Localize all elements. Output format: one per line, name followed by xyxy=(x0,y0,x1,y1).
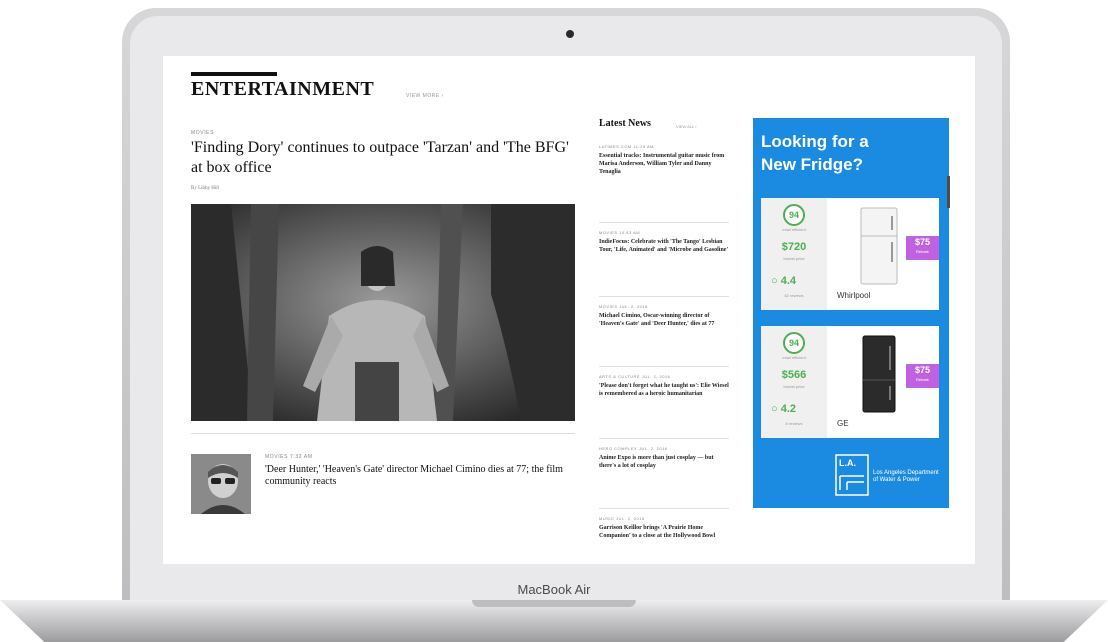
rating: ○ 4.2 xyxy=(771,403,796,415)
lead-story-image[interactable] xyxy=(191,204,575,421)
fridge-brand: GE xyxy=(837,419,849,428)
price: $720 xyxy=(781,241,807,253)
second-story-thumbnail[interactable] xyxy=(191,454,251,514)
news-headline[interactable]: Garrison Keillor brings 'A Prairie Home … xyxy=(599,524,729,540)
ladwp-logo-text: L.A. xyxy=(839,458,856,468)
news-headline[interactable]: 'Please don't forget what he taught us':… xyxy=(599,382,729,398)
section-title: ENTERTAINMENT xyxy=(191,78,375,100)
news-kicker: MOVIES 10:43 AM xyxy=(599,230,641,235)
lead-story-headline[interactable]: 'Finding Dory' continues to outpace 'Tar… xyxy=(191,138,581,178)
sponsor-name: Los Angeles Department of Water & Power xyxy=(873,470,939,483)
black-fridge-image xyxy=(862,335,896,413)
latest-news-title: Latest News xyxy=(599,118,651,129)
laptop-notch xyxy=(472,600,636,607)
news-divider xyxy=(599,508,729,509)
section-bar xyxy=(191,72,277,76)
news-kicker: LATIMES.COM 11:25 AM xyxy=(599,144,654,149)
story-divider xyxy=(191,433,575,434)
lead-story-kicker[interactable]: MOVIES xyxy=(191,130,214,136)
second-story-headline[interactable]: 'Deer Hunter,' 'Heaven's Gate' director … xyxy=(265,464,575,488)
rating-value: 4.2 xyxy=(780,403,797,415)
news-item[interactable]: HERO COMPLEX JUL. 2, 2016 Anime Expo is … xyxy=(599,446,729,498)
price-label: lowest price xyxy=(783,384,805,389)
view-more-link[interactable]: VIEW MORE › xyxy=(406,93,444,99)
rebate-badge: $75 Rebate xyxy=(906,364,939,388)
ad-title: Looking for a New Fridge? xyxy=(761,130,869,176)
news-divider xyxy=(599,222,729,223)
efficiency-score: 94 xyxy=(783,204,805,226)
news-headline[interactable]: Anime Expo is more than just cosplay — b… xyxy=(599,454,729,470)
lead-story-byline: By Libby Hill xyxy=(191,186,220,191)
rating-value: 4.4 xyxy=(780,275,797,287)
news-divider xyxy=(599,366,729,367)
rating-circle-icon: ○ xyxy=(771,403,778,415)
news-kicker: HERO COMPLEX JUL. 2, 2016 xyxy=(599,446,668,451)
white-fridge-image xyxy=(860,207,898,285)
jungle-photo xyxy=(191,204,575,421)
efficiency-label: most efficient xyxy=(782,227,806,232)
reviews-count: 82 reviews xyxy=(784,293,804,298)
fridge-ad[interactable]: Looking for a New Fridge? 94 most effici… xyxy=(753,118,949,508)
fridge-brand: Whirlpool xyxy=(837,291,871,300)
second-story-kicker[interactable]: MOVIES 7:32 AM xyxy=(265,454,313,460)
camera-dot xyxy=(566,30,574,38)
rating-circle-icon: ○ xyxy=(771,275,778,287)
efficiency-score: 94 xyxy=(783,332,805,354)
ad-scrollbar[interactable] xyxy=(947,176,950,208)
news-divider xyxy=(599,296,729,297)
news-headline[interactable]: IndieFocus: Celebrate with 'The Tango' L… xyxy=(599,238,729,254)
efficiency-label: most efficient xyxy=(782,355,806,360)
fridge-card[interactable]: 94 most efficient $720 lowest price ○ 4.… xyxy=(761,198,939,310)
news-item[interactable]: MOVIES JUL. 2, 2016 Michael Cimino, Osca… xyxy=(599,304,729,328)
rebate-label: Rebate xyxy=(916,249,929,254)
ad-title-line1: Looking for a xyxy=(761,132,869,151)
latest-news-view-all[interactable]: VIEW ALL › xyxy=(676,124,697,129)
news-kicker: MOVIES JUL. 2, 2016 xyxy=(599,304,648,309)
news-item[interactable]: ARTS & CULTURE JUL. 2, 2016 'Please don'… xyxy=(599,374,729,426)
rebate-amount: $75 xyxy=(914,237,931,247)
news-headline[interactable]: Michael Cimino, Oscar-winning director o… xyxy=(599,312,729,328)
news-item[interactable]: LATIMES.COM 11:25 AM Essential tracks: I… xyxy=(599,144,729,176)
news-kicker: ARTS & CULTURE JUL. 2, 2016 xyxy=(599,374,671,379)
browser-screen: ENTERTAINMENT VIEW MORE › MOVIES 'Findin… xyxy=(163,56,975,564)
rebate-amount: $75 xyxy=(914,365,931,375)
news-item[interactable]: MOVIES 10:43 AM IndieFocus: Celebrate wi… xyxy=(599,230,729,254)
portrait-photo xyxy=(191,454,251,514)
price-label: lowest price xyxy=(783,256,805,261)
price: $566 xyxy=(781,369,807,381)
rating: ○ 4.4 xyxy=(771,275,796,287)
ad-title-line2: New Fridge? xyxy=(761,155,864,174)
ladwp-logo-icon: L.A. xyxy=(835,454,869,496)
rebate-label: Rebate xyxy=(916,377,929,382)
news-divider xyxy=(599,438,729,439)
card-stats: 94 most efficient $720 lowest price ○ 4.… xyxy=(761,198,827,310)
card-stats: 94 most efficient $566 lowest price ○ 4.… xyxy=(761,326,827,438)
fridge-card[interactable]: 94 most efficient $566 lowest price ○ 4.… xyxy=(761,326,939,438)
news-item[interactable]: MUSIC JUL. 2, 2016 Garrison Keillor brin… xyxy=(599,516,729,562)
news-kicker: MUSIC JUL. 2, 2016 xyxy=(599,516,645,521)
reviews-count: 8 reviews xyxy=(785,421,803,426)
rebate-badge: $75 Rebate xyxy=(906,236,939,260)
news-headline[interactable]: Essential tracks: Instrumental guitar mu… xyxy=(599,152,729,176)
device-brand-label: MacBook Air xyxy=(517,582,591,597)
